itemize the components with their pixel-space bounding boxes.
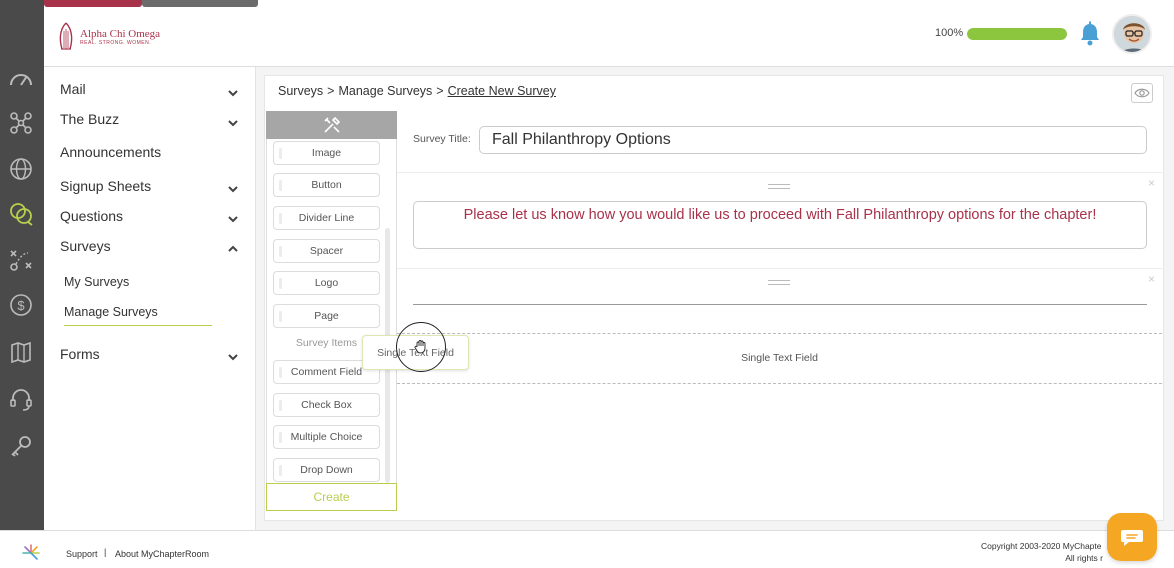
sidebar-item-surveys[interactable]: Surveys <box>60 238 111 254</box>
close-icon[interactable]: × <box>1148 272 1155 286</box>
create-button[interactable]: Create <box>266 483 397 511</box>
chat-icon <box>1121 530 1143 546</box>
strategy-icon[interactable] <box>6 245 36 275</box>
chevron-down-icon[interactable] <box>227 213 239 225</box>
breadcrumb-separator: > <box>327 84 335 98</box>
globe-icon[interactable] <box>6 154 36 184</box>
grab-hand-icon <box>414 340 426 354</box>
tool-page[interactable]: Page <box>273 304 380 328</box>
preview-button[interactable] <box>1131 83 1153 103</box>
breadcrumb-create-new-survey[interactable]: Create New Survey <box>448 84 556 98</box>
row-separator <box>397 172 1162 173</box>
progress-percent: 100% <box>935 27 964 39</box>
sidebar-item-mail[interactable]: Mail <box>60 81 86 97</box>
row-separator <box>397 268 1162 269</box>
sidebar-subitem-manage-surveys[interactable]: Manage Surveys <box>64 305 158 319</box>
sidebar-item-announcements[interactable]: Announcements <box>60 144 161 160</box>
copyright-text: Copyright 2003-2020 MyChapte All rights … <box>981 540 1111 564</box>
copyright-line-2: All rights r <box>1065 553 1103 563</box>
breadcrumb-manage-surveys[interactable]: Manage Surveys <box>338 84 432 98</box>
close-icon[interactable]: × <box>1148 176 1155 190</box>
breadcrumb-separator: > <box>436 84 444 98</box>
sidebar-item-questions[interactable]: Questions <box>60 208 123 224</box>
tool-check-box[interactable]: Check Box <box>273 393 380 417</box>
footer-separator: | <box>104 547 107 557</box>
survey-message-block[interactable]: Please let us know how you would like us… <box>413 201 1147 249</box>
breadcrumb: Surveys > Manage Surveys > Create New Su… <box>278 84 556 98</box>
map-book-icon[interactable] <box>6 337 36 367</box>
bell-icon[interactable] <box>1078 21 1102 47</box>
drag-handle-icon[interactable] <box>768 184 790 189</box>
chevron-down-icon[interactable] <box>227 117 239 129</box>
tool-image[interactable]: Image <box>273 141 380 165</box>
tool-palette-header <box>266 111 397 139</box>
header: Alpha Chi Omega REAL. STRONG. WOMEN. 100… <box>44 7 1174 67</box>
divider-line-block[interactable] <box>413 304 1147 305</box>
chevron-down-icon[interactable] <box>227 183 239 195</box>
tools-icon <box>323 116 340 133</box>
copyright-line-1: Copyright 2003-2020 MyChapte <box>981 541 1102 551</box>
tool-logo[interactable]: Logo <box>273 271 380 295</box>
profile-progress-bar <box>967 28 1067 40</box>
breadcrumb-surveys[interactable]: Surveys <box>278 84 323 98</box>
dashboard-gauge-icon[interactable] <box>6 64 36 94</box>
brand-tagline: REAL. STRONG. WOMEN. <box>80 40 152 46</box>
chevron-down-icon[interactable] <box>227 351 239 363</box>
tool-spacer[interactable]: Spacer <box>273 239 380 263</box>
lyre-logo-icon <box>59 22 73 50</box>
user-avatar[interactable] <box>1112 14 1152 54</box>
eye-icon <box>1134 88 1150 98</box>
drop-zone-label: Single Text Field <box>741 352 818 364</box>
tool-drop-down[interactable]: Drop Down <box>273 458 380 482</box>
tool-multiple-choice[interactable]: Multiple Choice <box>273 425 380 449</box>
footer-link-about[interactable]: About MyChapterRoom <box>115 549 209 559</box>
tool-divider-line[interactable]: Divider Line <box>273 206 380 230</box>
footer-link-support[interactable]: Support <box>66 549 98 559</box>
survey-title-input[interactable] <box>479 126 1147 154</box>
svg-text:$: $ <box>17 298 25 313</box>
tool-button[interactable]: Button <box>273 173 380 197</box>
sidebar-subitem-my-surveys[interactable]: My Surveys <box>64 275 129 289</box>
chevron-up-icon[interactable] <box>227 243 239 255</box>
brand-name: Alpha Chi Omega <box>80 28 161 40</box>
sidebar-item-the-buzz[interactable]: The Buzz <box>60 111 119 127</box>
mychapterroom-logo-icon <box>22 544 40 560</box>
chat-bubbles-icon[interactable] <box>6 199 36 229</box>
profile-progress-fill <box>967 28 1067 40</box>
drag-handle-icon[interactable] <box>768 280 790 285</box>
network-icon[interactable] <box>6 108 36 138</box>
survey-title-label: Survey Title: <box>413 133 471 145</box>
headset-icon[interactable] <box>6 384 36 414</box>
chat-button[interactable] <box>1107 513 1157 561</box>
brand-logo[interactable]: Alpha Chi Omega REAL. STRONG. WOMEN. <box>56 21 160 53</box>
chevron-down-icon[interactable] <box>227 87 239 99</box>
progress-stripe-gray <box>142 0 258 7</box>
sidebar-item-forms[interactable]: Forms <box>60 346 100 362</box>
sidebar-item-signup-sheets[interactable]: Signup Sheets <box>60 178 151 194</box>
key-icon[interactable] <box>6 431 36 461</box>
sidebar: Mail The Buzz Announcements Signup Sheet… <box>44 67 256 530</box>
left-icon-rail: $ <box>0 0 44 530</box>
dollar-icon[interactable]: $ <box>6 290 36 320</box>
progress-stripe-red <box>44 0 142 7</box>
active-underline <box>64 325 212 326</box>
